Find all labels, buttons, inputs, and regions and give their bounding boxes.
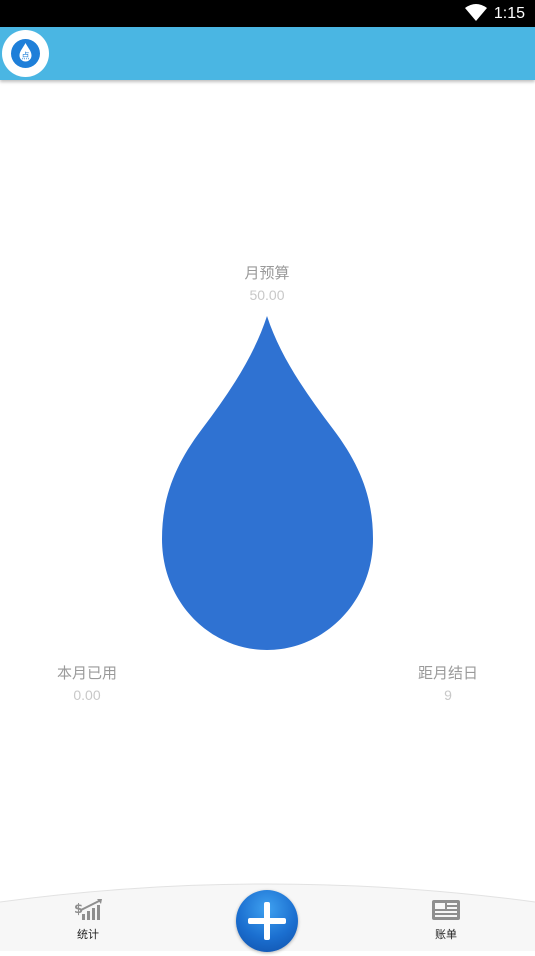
app-logo[interactable]: 点 xyxy=(2,30,49,77)
app-bar: 点 xyxy=(0,27,535,80)
bottom-nav: $ 统计 账单 xyxy=(0,880,535,952)
tab-stats[interactable]: $ 统计 xyxy=(58,898,118,942)
budget-label: 月预算 xyxy=(244,264,290,282)
budget-drop[interactable] xyxy=(160,314,375,654)
used-metric: 本月已用 0.00 xyxy=(37,663,137,705)
days-left-metric: 距月结日 9 xyxy=(398,663,498,705)
bill-list-icon xyxy=(432,900,460,920)
budget-metric[interactable]: 月预算 50.00 xyxy=(217,263,317,305)
plus-icon xyxy=(248,902,286,940)
status-time: 1:15 xyxy=(493,5,525,22)
days-left-label: 距月结日 xyxy=(417,664,478,682)
budget-value: 50.00 xyxy=(249,287,285,303)
stats-chart-icon: $ xyxy=(74,899,102,920)
wifi-icon xyxy=(465,4,487,21)
tab-bills[interactable]: 账单 xyxy=(416,898,476,942)
days-left-value: 9 xyxy=(444,687,452,703)
used-label: 本月已用 xyxy=(56,664,117,682)
drop-logo-icon: 点 xyxy=(11,39,40,68)
svg-text:点: 点 xyxy=(22,52,30,61)
used-value: 0.00 xyxy=(73,687,101,703)
status-bar: 1:15 xyxy=(0,0,535,27)
tab-bills-label: 账单 xyxy=(435,928,457,941)
add-record-button[interactable] xyxy=(236,890,298,952)
drop-shape xyxy=(162,316,373,650)
tab-stats-label: 统计 xyxy=(77,928,99,941)
